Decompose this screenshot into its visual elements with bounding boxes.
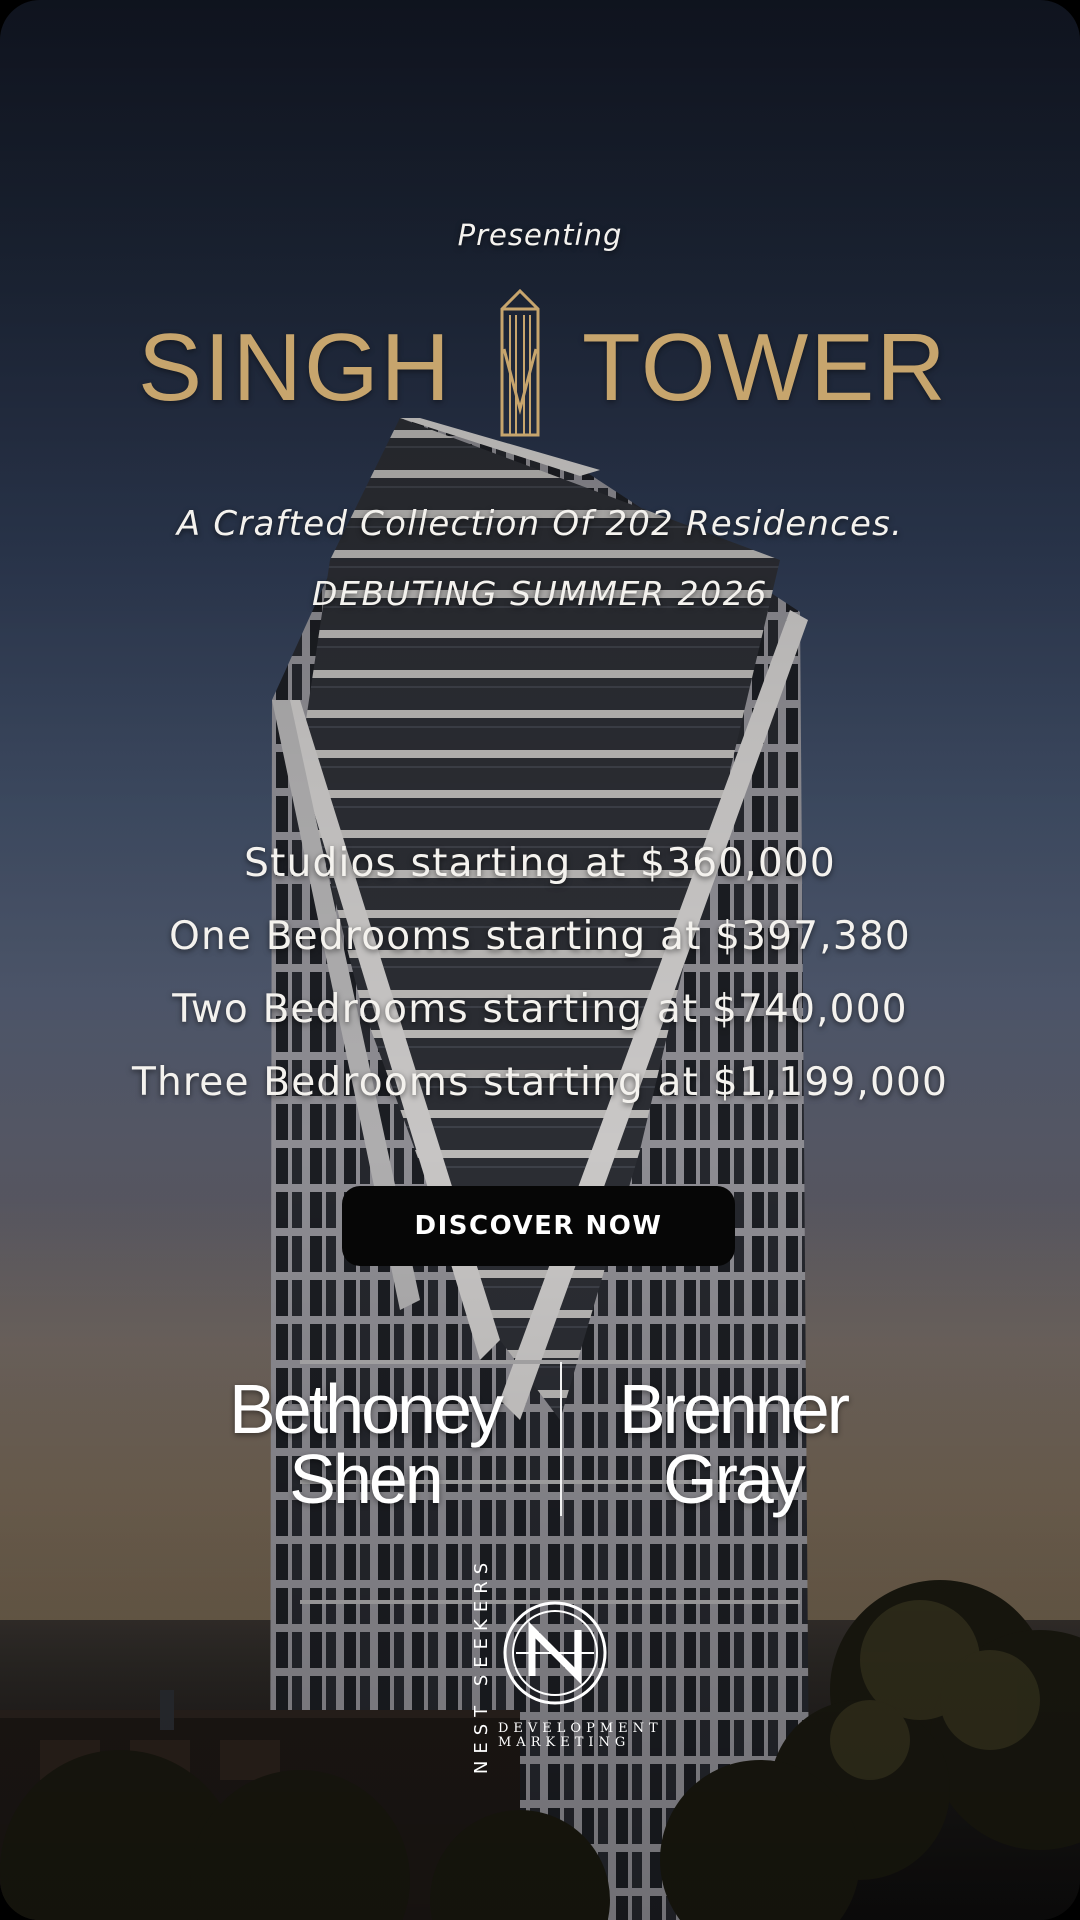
debut-date: DEBUTING SUMMER 2026 (312, 574, 768, 613)
marketing-label: MARKETING (498, 1735, 631, 1750)
pricing-list: Studios starting at $360,000 One Bedroom… (0, 838, 1080, 1130)
price-studios: Studios starting at $360,000 (244, 841, 836, 886)
brenner-gray-logo: Brenner Gray (598, 1374, 868, 1514)
presenting-label: Presenting (457, 218, 623, 252)
brand-left-line1: Bethoney (229, 1370, 504, 1448)
price-one-bedroom: One Bedrooms starting at $397,380 (169, 914, 911, 959)
development-label: DEVELOPMENT (498, 1721, 663, 1736)
tagline: A Crafted Collection Of 202 Residences. (176, 504, 904, 544)
ad-screen: Presenting SINGH TOWER A Crafted Collect… (0, 0, 1080, 1920)
price-three-bedroom: Three Bedrooms starting at $1,199,000 (131, 1060, 949, 1105)
brand-right-line2: Gray (663, 1440, 806, 1518)
singh-tower-logo: SINGH TOWER (0, 285, 1080, 445)
brand-right-line1: Brenner (618, 1370, 850, 1448)
nest-seekers-wordmark: NEST SEEKERS (471, 1555, 492, 1775)
brand-left-line2: Shen (289, 1440, 443, 1518)
logo-word-tower: TOWER (582, 314, 948, 421)
bethoney-shen-logo: Bethoney Shen (220, 1374, 510, 1514)
price-two-bedroom: Two Bedrooms starting at $740,000 (172, 987, 908, 1032)
partner-divider (560, 1362, 562, 1516)
tower-mark-icon (500, 289, 540, 437)
discover-now-button[interactable]: DISCOVER NOW (342, 1186, 735, 1266)
nest-seekers-n-logo-icon (503, 1601, 607, 1705)
logo-word-singh: SINGH (137, 314, 452, 421)
